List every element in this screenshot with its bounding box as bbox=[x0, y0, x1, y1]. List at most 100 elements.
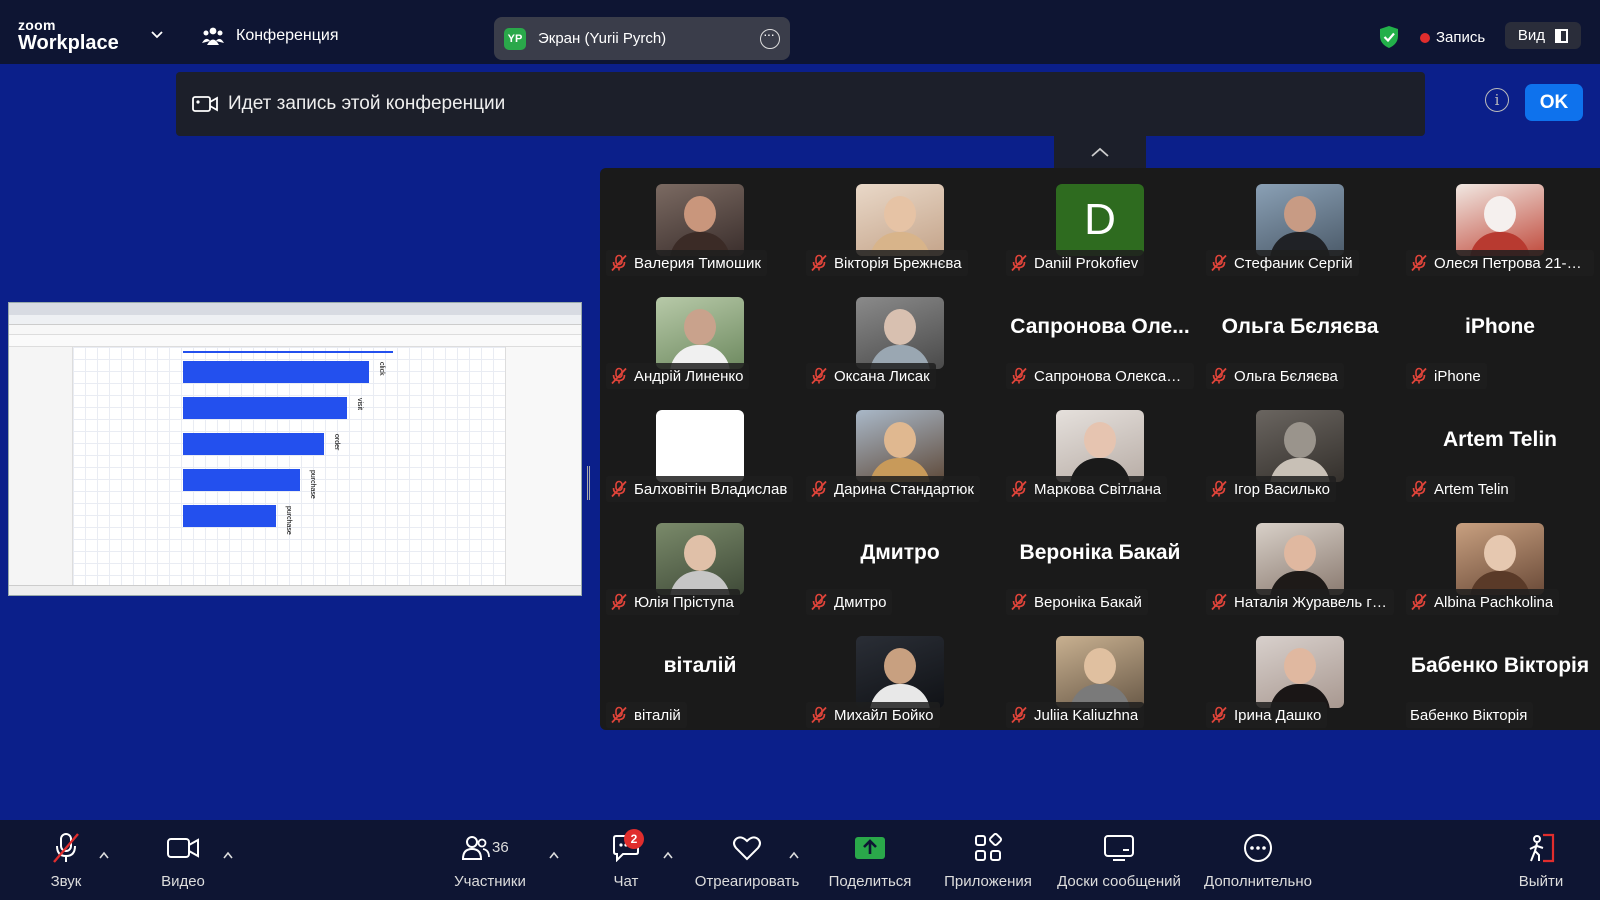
participant-name-tag: Балховітін Владислав bbox=[606, 476, 794, 502]
participant-name: Daniil Prokofiev bbox=[1034, 254, 1139, 272]
share-screen-button[interactable]: Поделиться bbox=[828, 820, 912, 900]
shield-check-icon[interactable] bbox=[1378, 25, 1400, 49]
participant-video bbox=[1256, 184, 1344, 256]
participant-video bbox=[1256, 636, 1344, 708]
ok-button[interactable]: OK bbox=[1525, 84, 1583, 121]
chevron-up-icon[interactable] bbox=[548, 850, 560, 860]
audio-label: Звук bbox=[50, 872, 82, 890]
mic-muted-icon bbox=[811, 706, 827, 724]
participant-name: Ольга Бєляєва bbox=[1234, 367, 1338, 385]
participant-tile[interactable]: Маркова Світлана bbox=[1002, 398, 1198, 508]
leave-icon bbox=[1529, 833, 1555, 862]
participant-name-tag: Стефаник Сергій bbox=[1206, 250, 1359, 276]
view-button[interactable]: Вид bbox=[1505, 22, 1581, 49]
participant-name-tag: Маркова Світлана bbox=[1006, 476, 1168, 502]
participant-tile[interactable]: Михайл Бойко bbox=[802, 624, 998, 734]
participant-name: Михайл Бойко bbox=[834, 706, 934, 724]
mic-muted-icon bbox=[1011, 706, 1027, 724]
mic-muted-icon bbox=[1411, 254, 1427, 272]
participant-tile[interactable]: Artem Telin Artem Telin bbox=[1402, 398, 1598, 508]
chart-bar bbox=[183, 469, 300, 491]
participant-tile[interactable]: Сапронова Оле... Сапронова Олександ... bbox=[1002, 285, 1198, 395]
participant-tile[interactable]: Вероніка Бакай Вероніка Бакай bbox=[1002, 511, 1198, 621]
participant-tile[interactable]: Juliia Kaliuzhna bbox=[1002, 624, 1198, 734]
participant-name: Бабенко Вікторія bbox=[1410, 706, 1528, 724]
participant-tile[interactable]: Ірина Дашко bbox=[1202, 624, 1398, 734]
chart-bar bbox=[183, 397, 347, 419]
participant-tile[interactable]: iPhone iPhone bbox=[1402, 285, 1598, 395]
logo-text-bottom: Workplace bbox=[18, 32, 119, 54]
video-camera-icon bbox=[192, 96, 218, 112]
chevron-down-icon[interactable] bbox=[150, 28, 164, 42]
apps-button[interactable]: Приложения bbox=[942, 820, 1034, 900]
more-button[interactable]: Дополнительно bbox=[1202, 820, 1314, 900]
participant-tile[interactable]: Олеся Петрова 21-ЕМ bbox=[1402, 172, 1598, 282]
react-button[interactable]: Отреагировать bbox=[694, 820, 800, 900]
whiteboards-label: Доски сообщений bbox=[1057, 872, 1181, 890]
collapse-gallery-button[interactable] bbox=[1054, 136, 1146, 168]
chevron-up-icon[interactable] bbox=[662, 850, 674, 860]
participant-tile[interactable]: Вікторія Брежнєва bbox=[802, 172, 998, 282]
mic-muted-icon bbox=[1211, 367, 1227, 385]
participant-video bbox=[856, 184, 944, 256]
chevron-up-icon[interactable] bbox=[788, 850, 800, 860]
participant-display-name: iPhone bbox=[1464, 315, 1535, 338]
participant-name-tag: iPhone bbox=[1406, 363, 1487, 389]
participant-video bbox=[1256, 410, 1344, 482]
participant-tile[interactable]: Бабенко Вікторія Бабенко Вікторія bbox=[1402, 624, 1598, 734]
app-toolbar bbox=[9, 335, 581, 347]
share-screen-icon bbox=[855, 836, 885, 859]
participant-tile[interactable]: Ольга Бєляєва Ольга Бєляєва bbox=[1202, 285, 1398, 395]
participant-name: Юлія Пріступа bbox=[634, 593, 734, 611]
chat-button[interactable]: 2 Чат bbox=[606, 820, 646, 900]
more-icon bbox=[1244, 833, 1272, 862]
participants-label: Участники bbox=[454, 872, 526, 890]
whiteboards-button[interactable]: Доски сообщений bbox=[1054, 820, 1184, 900]
chevron-up-icon[interactable] bbox=[222, 850, 234, 860]
shapes-panel bbox=[9, 347, 73, 587]
participant-tile[interactable]: Стефаник Сергій bbox=[1202, 172, 1398, 282]
participant-tile[interactable]: Дарина Стандартюк bbox=[802, 398, 998, 508]
participant-name: Ірина Дашко bbox=[1234, 706, 1322, 724]
participant-tile[interactable]: Albina Pachkolina bbox=[1402, 511, 1598, 621]
more-options-icon[interactable] bbox=[760, 26, 780, 49]
participant-tile[interactable]: Андрій Линенко bbox=[602, 285, 798, 395]
participant-name-tag: Оксана Лисак bbox=[806, 363, 936, 389]
participant-tile[interactable]: Оксана Лисак bbox=[802, 285, 998, 395]
participant-tile[interactable]: віталій віталій bbox=[602, 624, 798, 734]
shared-screen[interactable]: click visit order purchase purchase bbox=[8, 302, 582, 596]
participant-video bbox=[856, 297, 944, 369]
participant-name-tag: Вікторія Брежнєва bbox=[806, 250, 968, 276]
leave-button[interactable]: Выйти bbox=[1516, 820, 1566, 900]
participant-name-tag: Валерия Тимошик bbox=[606, 250, 767, 276]
meeting-info-button[interactable]: Конференция bbox=[202, 26, 339, 46]
mic-muted-icon bbox=[1211, 593, 1227, 611]
mic-muted-icon bbox=[1411, 367, 1427, 385]
browser-tab-strip bbox=[9, 303, 581, 315]
participant-tile[interactable]: Дмитро Дмитро bbox=[802, 511, 998, 621]
video-button[interactable]: Видео bbox=[158, 820, 208, 900]
chevron-up-icon[interactable] bbox=[98, 850, 110, 860]
bottom-toolbar: Звук Видео 36 Участники 2 Чат Отреагиров… bbox=[0, 820, 1600, 900]
participant-tile[interactable]: Ігор Василько bbox=[1202, 398, 1398, 508]
participant-name-tag: Олеся Петрова 21-ЕМ bbox=[1406, 250, 1594, 276]
participants-button[interactable]: 36 Участники bbox=[452, 820, 528, 900]
browser-address-bar bbox=[9, 315, 581, 325]
participant-name: iPhone bbox=[1434, 367, 1481, 385]
participant-tile[interactable]: Валерия Тимошик bbox=[602, 172, 798, 282]
mic-muted-icon bbox=[811, 480, 827, 498]
info-icon[interactable]: i bbox=[1485, 88, 1509, 112]
audio-button[interactable]: Звук bbox=[46, 820, 86, 900]
participant-tile[interactable]: D Daniil Prokofiev bbox=[1002, 172, 1198, 282]
participant-tile[interactable]: Балховітін Владислав bbox=[602, 398, 798, 508]
participant-video bbox=[656, 523, 744, 595]
recording-indicator[interactable]: Запись bbox=[1420, 29, 1485, 46]
participant-tile[interactable]: Наталія Журавель гр ... bbox=[1202, 511, 1398, 621]
mic-muted-icon bbox=[1211, 706, 1227, 724]
screen-share-indicator[interactable]: YP Экран (Yurii Pyrch) bbox=[494, 17, 790, 60]
resize-handle[interactable] bbox=[587, 466, 590, 500]
video-label: Видео bbox=[161, 872, 205, 890]
participant-name: Олеся Петрова 21-ЕМ bbox=[1434, 254, 1588, 272]
mic-muted-icon bbox=[611, 367, 627, 385]
participant-tile[interactable]: Юлія Пріступа bbox=[602, 511, 798, 621]
